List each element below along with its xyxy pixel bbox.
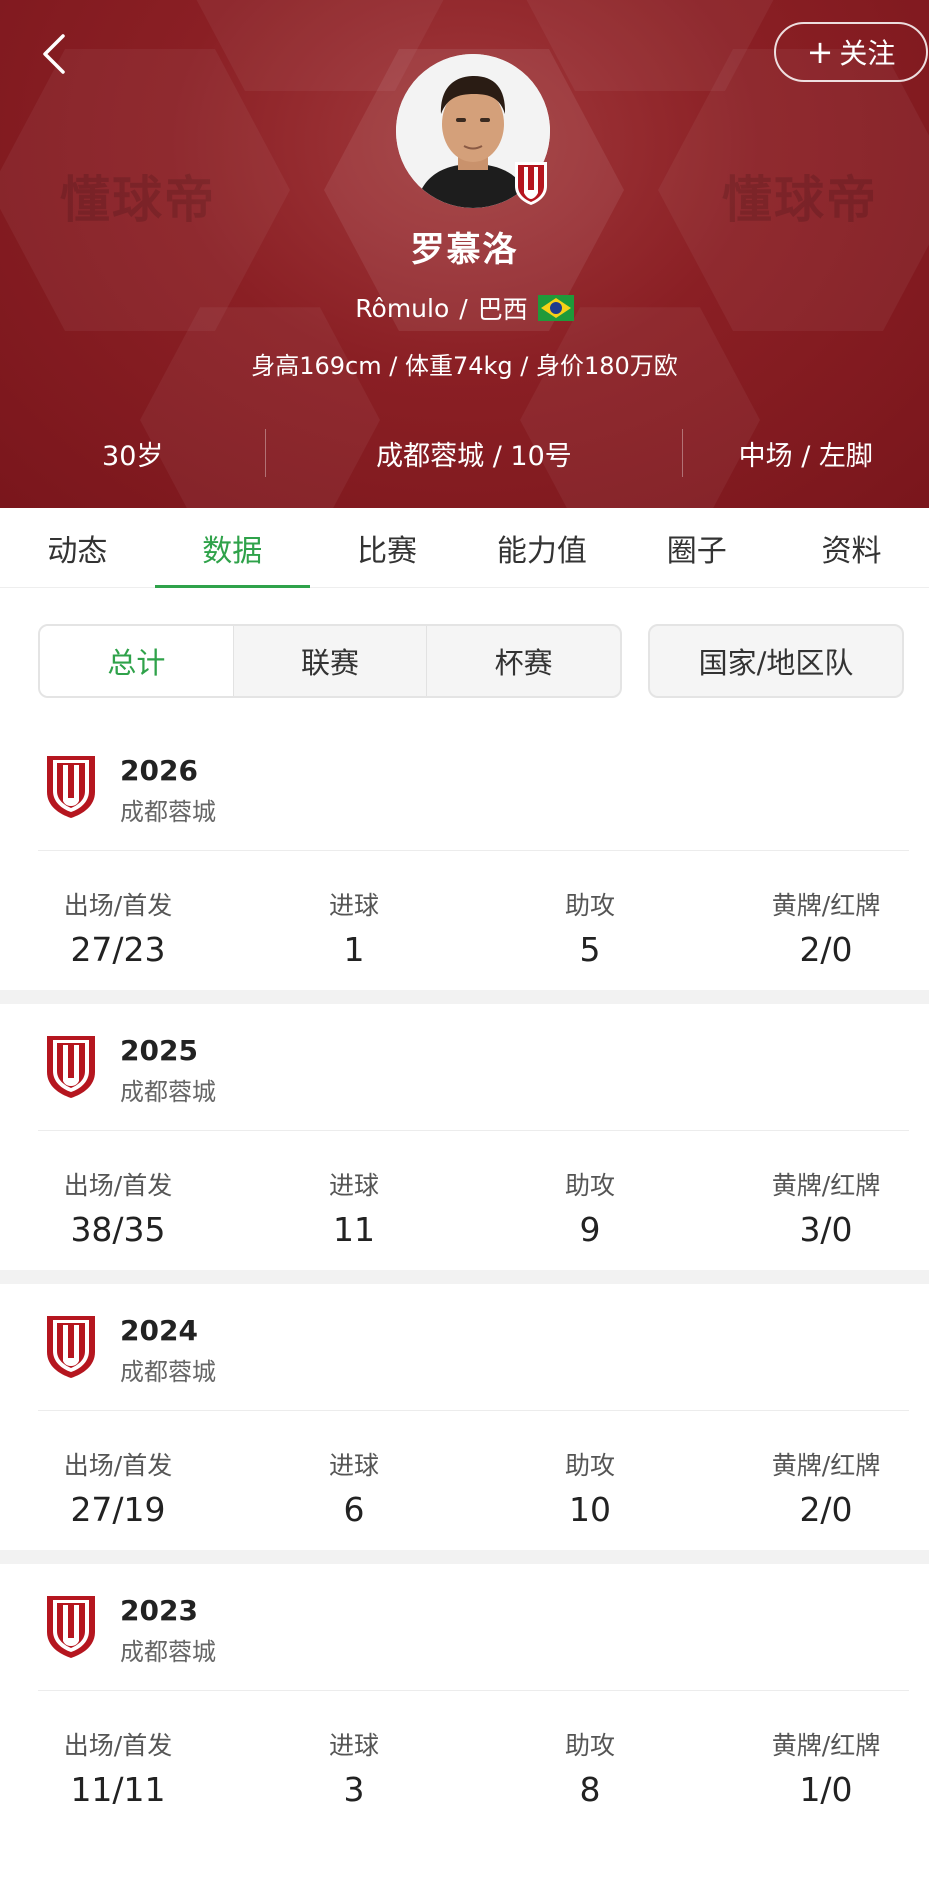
stat-cards: 黄牌/红牌 1/0 [746, 1726, 906, 1809]
season-year: 2025 [120, 1034, 198, 1067]
season-card[interactable]: 2023 成都蓉城 出场/首发 11/11 进球 3 助攻 8 黄牌/红牌 1/… [0, 1564, 929, 1844]
stat-label: 出场/首发 [63, 1171, 173, 1200]
stat-cards: 黄牌/红牌 3/0 [746, 1166, 906, 1249]
player-age: 30岁 [102, 440, 164, 472]
season-team: 成都蓉城 [120, 798, 216, 826]
stat-label: 进球 [328, 1171, 379, 1200]
stat-label: 黄牌/红牌 [771, 1171, 881, 1200]
divider [38, 1690, 909, 1691]
stat-label: 助攻 [564, 1171, 615, 1200]
stat-value: 2/0 [799, 930, 853, 969]
stat-label: 进球 [328, 891, 379, 920]
stat-label: 黄牌/红牌 [771, 891, 881, 920]
stat-value: 10 [569, 1490, 611, 1529]
stat-value: 1 [343, 930, 365, 969]
stat-goals: 进球 1 [294, 886, 414, 969]
tab-bar: 动态 数据 比赛 能力值 圈子 资料 [0, 508, 929, 588]
stat-value: 1/0 [799, 1770, 853, 1809]
season-year: 2024 [120, 1314, 198, 1347]
season-card[interactable]: 2025 成都蓉城 出场/首发 38/35 进球 11 助攻 9 黄牌/红牌 3… [0, 1004, 929, 1284]
stat-label: 进球 [328, 1451, 379, 1480]
divider [38, 850, 909, 851]
player-origin: Rômulo / 巴西 [0, 290, 929, 326]
stat-goals: 进球 11 [294, 1166, 414, 1249]
filter-cup[interactable]: 杯赛 [427, 626, 620, 696]
season-card[interactable]: 2024 成都蓉城 出场/首发 27/19 进球 6 助攻 10 黄牌/红牌 2… [0, 1284, 929, 1564]
team-badge-icon [515, 162, 547, 205]
stat-goals: 进球 6 [294, 1446, 414, 1529]
season-team: 成都蓉城 [120, 1638, 216, 1666]
club-logo-icon [47, 756, 95, 818]
player-name: 罗慕洛 [410, 230, 519, 270]
stat-label: 黄牌/红牌 [771, 1451, 881, 1480]
season-team: 成都蓉城 [120, 1358, 216, 1386]
follow-button[interactable]: + 关注 [774, 22, 928, 82]
player-club-number: 成都蓉城 / 10号 [376, 440, 572, 472]
stat-label: 出场/首发 [63, 1451, 173, 1480]
player-physical-info: 身高169cm / 体重74kg / 身价180万欧 [251, 352, 678, 380]
season-year: 2026 [120, 754, 198, 787]
club-logo-icon [47, 1596, 95, 1658]
competition-filter: 总计 联赛 杯赛 [38, 624, 622, 698]
player-header: 懂球帝 懂球帝 + 关注 罗慕洛 Rômulo / 巴西 身高169cm / 体… [0, 0, 929, 508]
stat-value: 38/35 [70, 1210, 166, 1249]
tab-matches[interactable]: 比赛 [310, 508, 465, 588]
stat-assists: 助攻 9 [530, 1166, 650, 1249]
stat-value: 3/0 [799, 1210, 853, 1249]
stat-assists: 助攻 8 [530, 1726, 650, 1809]
stat-label: 出场/首发 [63, 891, 173, 920]
club-logo-icon [47, 1316, 95, 1378]
chevron-left-icon [43, 34, 65, 74]
season-stats-list: 2026 成都蓉城 出场/首发 27/23 进球 1 助攻 5 黄牌/红牌 2/… [0, 724, 929, 1844]
follow-label: 关注 [839, 37, 896, 70]
stat-label: 助攻 [564, 1731, 615, 1760]
brazil-flag-icon [537, 295, 574, 321]
stat-label: 出场/首发 [63, 1731, 173, 1760]
filter-total[interactable]: 总计 [40, 626, 234, 696]
tab-data[interactable]: 数据 [154, 508, 310, 588]
separator: / [459, 293, 468, 323]
stat-cards: 黄牌/红牌 2/0 [746, 1446, 906, 1529]
tab-community[interactable]: 圈子 [619, 508, 774, 588]
stat-label: 助攻 [564, 891, 615, 920]
stat-apps: 出场/首发 27/23 [38, 886, 198, 969]
stat-apps: 出场/首发 27/19 [38, 1446, 198, 1529]
stat-value: 2/0 [799, 1490, 853, 1529]
season-card[interactable]: 2026 成都蓉城 出场/首发 27/23 进球 1 助攻 5 黄牌/红牌 2/… [0, 724, 929, 1004]
club-logo-icon [47, 1036, 95, 1098]
stat-goals: 进球 3 [294, 1726, 414, 1809]
plus-icon: + [806, 33, 834, 71]
stat-label: 助攻 [564, 1451, 615, 1480]
tab-profile[interactable]: 资料 [774, 508, 929, 588]
filter-league[interactable]: 联赛 [234, 626, 428, 696]
back-button[interactable] [34, 30, 74, 78]
tab-news[interactable]: 动态 [0, 508, 155, 588]
nationality: 巴西 [477, 295, 528, 324]
stat-value: 5 [579, 930, 601, 969]
stat-value: 27/23 [70, 930, 166, 969]
stat-value: 8 [579, 1770, 601, 1809]
stat-value: 3 [343, 1770, 365, 1809]
filter-national-team[interactable]: 国家/地区队 [648, 624, 904, 698]
player-meta-row: 30岁 成都蓉城 / 10号 中场 / 左脚 [0, 420, 929, 486]
stat-apps: 出场/首发 11/11 [38, 1726, 198, 1809]
stat-assists: 助攻 5 [530, 886, 650, 969]
stat-cards: 黄牌/红牌 2/0 [746, 886, 906, 969]
stat-value: 6 [343, 1490, 365, 1529]
stat-label: 黄牌/红牌 [771, 1731, 881, 1760]
stat-assists: 助攻 10 [530, 1446, 650, 1529]
tab-ability[interactable]: 能力值 [464, 508, 619, 588]
stat-value: 11/11 [70, 1770, 166, 1809]
stat-value: 11 [333, 1210, 375, 1249]
player-position-foot: 中场 / 左脚 [738, 440, 873, 472]
stat-label: 进球 [328, 1731, 379, 1760]
stat-value: 9 [579, 1210, 601, 1249]
stat-value: 27/19 [70, 1490, 166, 1529]
season-team: 成都蓉城 [120, 1078, 216, 1106]
player-latin-name: Rômulo [355, 293, 450, 323]
divider [38, 1410, 909, 1411]
season-year: 2023 [120, 1594, 198, 1627]
stat-apps: 出场/首发 38/35 [38, 1166, 198, 1249]
divider [38, 1130, 909, 1131]
